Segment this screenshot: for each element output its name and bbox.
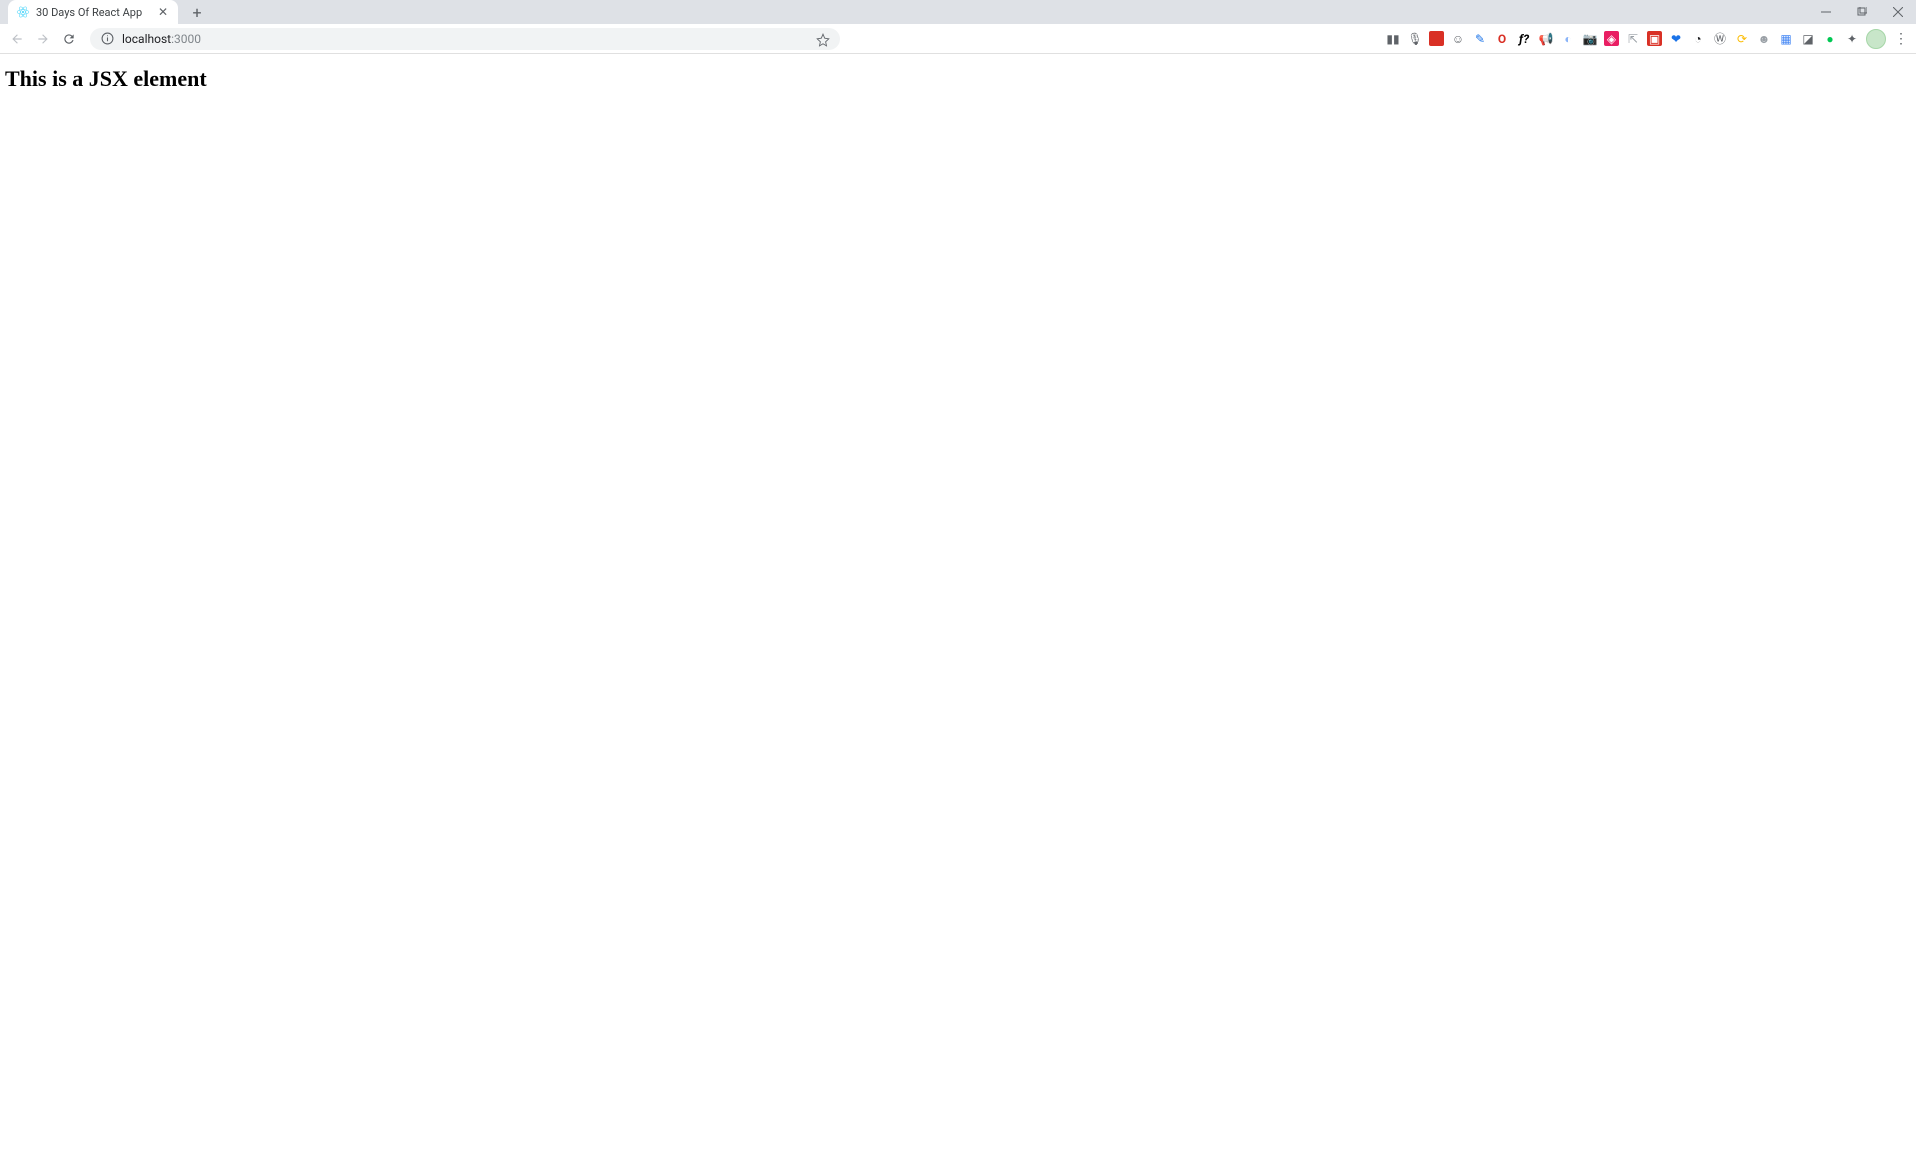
url-text: localhost:3000 (122, 32, 816, 46)
back-button[interactable] (6, 28, 28, 50)
toolbar: localhost:3000 ▮▮ 🎙 ☺ ✎ O ƒ? 📢 ◐ 📷 ◈ ⇱ ▣… (0, 24, 1916, 54)
forward-button[interactable] (32, 28, 54, 50)
extension-icon-19[interactable]: ▦ (1778, 31, 1794, 47)
window-controls (1808, 0, 1916, 24)
tab-bar: 30 Days Of React App ✕ + (0, 0, 1916, 24)
maximize-button[interactable] (1844, 0, 1880, 24)
extension-icon-14[interactable]: ❤ (1668, 31, 1684, 47)
extension-icon-9[interactable]: ◐ (1560, 31, 1576, 47)
extension-icon-7[interactable]: ƒ? (1516, 31, 1532, 47)
page-content: This is a JSX element (0, 54, 1916, 104)
chrome-menu-icon[interactable]: ⋮ (1892, 30, 1910, 48)
close-window-button[interactable] (1880, 0, 1916, 24)
tab-title: 30 Days Of React App (36, 6, 156, 19)
extension-icon-20[interactable]: ◪ (1800, 31, 1816, 47)
address-bar[interactable]: localhost:3000 (90, 28, 840, 50)
browser-tab[interactable]: 30 Days Of React App ✕ (8, 0, 178, 24)
extensions-puzzle-icon[interactable]: ✦ (1844, 31, 1860, 47)
extension-icon-18[interactable]: ☻ (1756, 31, 1772, 47)
reload-button[interactable] (58, 28, 80, 50)
extension-icon-2[interactable]: 🎙 (1407, 31, 1423, 47)
extension-icon-5[interactable]: ✎ (1472, 31, 1488, 47)
new-tab-button[interactable]: + (186, 1, 208, 23)
extension-icon-4[interactable]: ☺ (1450, 31, 1466, 47)
extension-icon-17[interactable]: ⟳ (1734, 31, 1750, 47)
extension-icon-8[interactable]: 📢 (1538, 31, 1554, 47)
extensions-area: ▮▮ 🎙 ☺ ✎ O ƒ? 📢 ◐ 📷 ◈ ⇱ ▣ ❤ ◔ Ⓦ ⟳ ☻ ▦ ◪ … (1385, 29, 1910, 49)
extension-icon-12[interactable]: ⇱ (1625, 31, 1641, 47)
url-host: localhost (122, 32, 171, 46)
close-tab-icon[interactable]: ✕ (156, 5, 170, 19)
extension-icon-13[interactable]: ▣ (1647, 31, 1662, 46)
extension-icon-15[interactable]: ◔ (1690, 31, 1706, 47)
react-logo-icon (16, 5, 30, 19)
page-heading: This is a JSX element (5, 66, 1911, 92)
extension-icon-3[interactable] (1429, 31, 1444, 46)
bookmark-star-icon[interactable] (816, 32, 830, 46)
site-info-icon[interactable] (100, 32, 114, 46)
extension-icon-16[interactable]: Ⓦ (1712, 31, 1728, 47)
extension-icon-21[interactable]: ● (1822, 31, 1838, 47)
minimize-button[interactable] (1808, 0, 1844, 24)
extension-icon-1[interactable]: ▮▮ (1385, 31, 1401, 47)
extension-icon-10[interactable]: 📷 (1582, 31, 1598, 47)
extension-icon-11[interactable]: ◈ (1604, 31, 1619, 46)
extension-icon-6[interactable]: O (1494, 31, 1510, 47)
url-port: :3000 (171, 32, 201, 46)
profile-avatar[interactable] (1866, 29, 1886, 49)
